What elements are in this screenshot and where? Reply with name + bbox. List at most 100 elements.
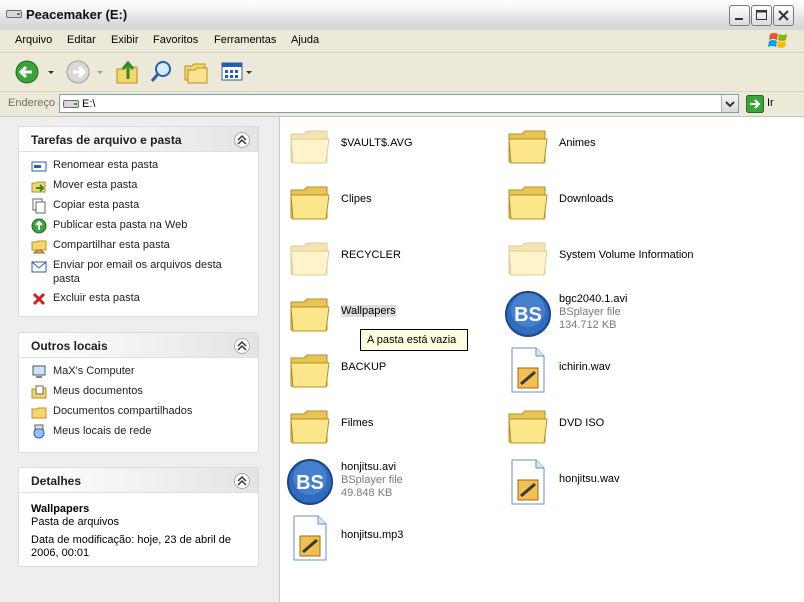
back-button[interactable] bbox=[12, 57, 56, 87]
collapse-chevron-icon[interactable] bbox=[234, 132, 250, 148]
task-label: Enviar por email os arquivos desta pasta bbox=[53, 259, 222, 285]
address-label: Endereço bbox=[8, 97, 56, 109]
file-item[interactable]: ichirin.wav bbox=[504, 346, 714, 398]
task-email-files[interactable]: Enviar por email os arquivos desta pasta bbox=[31, 258, 248, 286]
item-name: Filmes bbox=[341, 417, 374, 429]
task-label: Publicar esta pasta na Web bbox=[53, 219, 188, 231]
rename-icon bbox=[31, 161, 47, 172]
folder-item[interactable]: Clipes bbox=[286, 178, 496, 230]
folder-icon bbox=[504, 402, 552, 450]
delete-icon bbox=[32, 292, 46, 306]
file-item[interactable]: BS bgc2040.1.avi BSplayer file 134.712 KB bbox=[504, 290, 714, 342]
place-shared-documents[interactable]: Documentos compartilhados bbox=[31, 404, 248, 419]
menu-favoritos[interactable]: Favoritos bbox=[153, 34, 198, 46]
place-network[interactable]: Meus locais de rede bbox=[31, 424, 248, 439]
place-computer[interactable]: MaX's Computer bbox=[31, 364, 248, 379]
bsplayer-file-icon: BS bbox=[286, 458, 334, 506]
share-folder-icon bbox=[31, 240, 47, 254]
item-name: ichirin.wav bbox=[559, 361, 611, 373]
up-folder-button[interactable] bbox=[114, 57, 140, 87]
panel-header[interactable]: Detalhes bbox=[19, 468, 258, 493]
details-type: Pasta de arquivos bbox=[31, 516, 120, 528]
details-modified: Data de modificação: hoje, 23 de abril d… bbox=[31, 534, 231, 559]
wav-file-icon bbox=[504, 458, 552, 506]
task-label: Compartilhar esta pasta bbox=[53, 239, 170, 251]
folder-item[interactable]: BACKUP bbox=[286, 346, 496, 398]
folder-item[interactable]: $VAULT$.AVG bbox=[286, 122, 496, 174]
file-item[interactable]: honjitsu.mp3 bbox=[286, 514, 496, 566]
folder-item[interactable]: Animes bbox=[504, 122, 714, 174]
explorer-window: Peacemaker (E:) Arquivo Editar Exibir Fa… bbox=[0, 0, 804, 602]
forward-button[interactable] bbox=[64, 57, 108, 87]
folders-button[interactable] bbox=[181, 57, 209, 87]
panel-title: Detalhes bbox=[31, 474, 82, 488]
menu-ajuda[interactable]: Ajuda bbox=[291, 34, 319, 46]
tooltip-text: A pasta está vazia bbox=[367, 334, 457, 346]
item-name: RECYCLER bbox=[341, 249, 401, 261]
close-button[interactable] bbox=[773, 5, 794, 26]
minimize-button[interactable] bbox=[729, 5, 750, 26]
menu-ferramentas[interactable]: Ferramentas bbox=[214, 34, 276, 46]
place-my-documents[interactable]: Meus documentos bbox=[31, 384, 248, 399]
shared-documents-icon bbox=[31, 407, 47, 419]
item-name: Downloads bbox=[559, 193, 614, 205]
folder-item[interactable]: Filmes bbox=[286, 402, 496, 454]
item-name: Animes bbox=[559, 137, 596, 149]
folder-icon bbox=[286, 178, 334, 226]
file-item[interactable]: honjitsu.wav bbox=[504, 458, 714, 510]
maximize-button[interactable] bbox=[751, 5, 772, 26]
folder-item[interactable]: Downloads bbox=[504, 178, 714, 230]
panel-title: Outros locais bbox=[31, 339, 108, 353]
task-move-folder[interactable]: Mover esta pasta bbox=[31, 178, 248, 193]
place-label: MaX's Computer bbox=[53, 365, 135, 377]
task-publish-web[interactable]: Publicar esta pasta na Web bbox=[31, 218, 248, 234]
place-label: Documentos compartilhados bbox=[53, 405, 193, 417]
search-button[interactable] bbox=[148, 57, 176, 87]
task-delete-folder[interactable]: Excluir esta pasta bbox=[31, 291, 248, 306]
collapse-chevron-icon[interactable] bbox=[234, 473, 250, 489]
folder-item[interactable]: RECYCLER bbox=[286, 234, 496, 286]
address-dropdown-button[interactable] bbox=[721, 95, 738, 112]
address-field[interactable]: E:\ bbox=[59, 94, 739, 113]
menu-arquivo[interactable]: Arquivo bbox=[15, 34, 52, 46]
item-name: DVD ISO bbox=[559, 417, 605, 429]
task-copy-folder[interactable]: Copiar esta pasta bbox=[31, 198, 248, 214]
task-pane: Tarefas de arquivo e pasta Renomear esta… bbox=[0, 117, 280, 602]
task-rename-folder[interactable]: Renomear esta pasta bbox=[31, 158, 248, 173]
publish-web-icon bbox=[31, 218, 47, 234]
folder-icon bbox=[286, 402, 334, 450]
go-button[interactable]: Ir bbox=[744, 94, 784, 114]
go-arrow-icon bbox=[746, 95, 764, 113]
panel-header[interactable]: Outros locais bbox=[19, 333, 258, 358]
chevron-down-icon bbox=[725, 101, 735, 108]
toolbar bbox=[0, 53, 804, 92]
windows-logo-icon bbox=[768, 33, 787, 48]
file-item[interactable]: BS honjitsu.avi BSplayer file 49.848 KB bbox=[286, 458, 496, 510]
panel-header[interactable]: Tarefas de arquivo e pasta bbox=[19, 127, 258, 152]
folder-icon bbox=[504, 178, 552, 226]
details-panel: Detalhes Wallpapers Pasta de arquivos Da… bbox=[18, 467, 259, 567]
views-button[interactable] bbox=[219, 57, 255, 87]
folder-item[interactable]: DVD ISO bbox=[504, 402, 714, 454]
folder-item[interactable]: System Volume Information bbox=[504, 234, 714, 286]
folder-icon bbox=[504, 122, 552, 170]
item-size: 49.848 KB bbox=[341, 487, 393, 499]
network-places-icon bbox=[33, 424, 45, 439]
menu-exibir[interactable]: Exibir bbox=[111, 34, 139, 46]
close-icon bbox=[778, 10, 789, 21]
item-name: honjitsu.wav bbox=[559, 473, 620, 485]
item-name: honjitsu.avi bbox=[341, 461, 397, 473]
file-folder-tasks-panel: Tarefas de arquivo e pasta Renomear esta… bbox=[18, 126, 259, 317]
item-type: BSplayer file bbox=[559, 306, 621, 318]
drive-icon bbox=[63, 100, 79, 108]
email-icon bbox=[31, 261, 47, 273]
svg-text:BS: BS bbox=[296, 472, 324, 494]
menu-editar[interactable]: Editar bbox=[67, 34, 96, 46]
my-documents-icon bbox=[31, 385, 47, 399]
item-size: 134.712 KB bbox=[559, 319, 617, 331]
collapse-chevron-icon[interactable] bbox=[234, 338, 250, 354]
task-share-folder[interactable]: Compartilhar esta pasta bbox=[31, 238, 248, 254]
item-name: honjitsu.mp3 bbox=[341, 529, 404, 541]
menu-bar: Arquivo Editar Exibir Favoritos Ferramen… bbox=[0, 30, 804, 53]
minimize-icon bbox=[735, 18, 743, 20]
